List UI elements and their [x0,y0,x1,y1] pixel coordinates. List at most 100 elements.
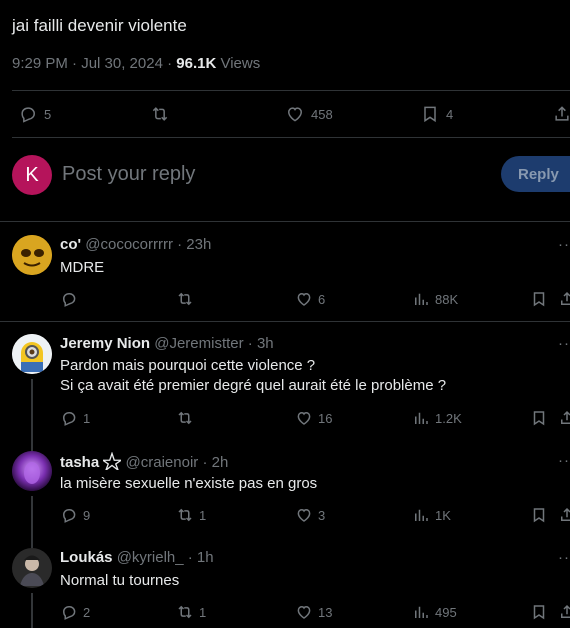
reply-text: MDRE [60,259,105,276]
views-count: 1K [435,507,451,523]
reply-icon [60,603,78,621]
share-action[interactable] [558,290,570,308]
more-icon[interactable]: ··· [558,236,570,253]
retweet-action[interactable]: 1 [176,506,206,524]
views-action[interactable]: 1K [412,506,451,524]
view-count: 96.1K [176,55,217,72]
reply-text: la misère sexuelle n'existe pas en gros [60,475,318,492]
thread-line [31,379,33,451]
avatar[interactable] [12,548,52,588]
views-action[interactable]: 88K [412,290,458,308]
author-name[interactable]: co' [60,236,81,253]
like-count: 458 [311,106,333,122]
heart-icon [295,603,313,621]
views-count: 495 [435,604,457,620]
reply-count: 2 [83,604,91,620]
like-action[interactable]: 458 [285,104,333,124]
divider [0,221,570,222]
thread-line [31,496,33,548]
share-action[interactable] [552,104,570,124]
views-count: 88K [435,291,459,307]
thread-line [31,593,33,628]
share-action[interactable] [558,603,570,621]
analytics-icon [412,603,430,621]
author-name[interactable]: Jeremy Nion [60,335,150,352]
reply-icon [18,104,38,124]
retweet-action[interactable] [176,290,199,308]
reply-count: 5 [44,106,52,122]
bookmark-action[interactable] [530,506,548,524]
retweet-icon [150,104,170,124]
retweet-icon [176,506,194,524]
retweet-icon [176,290,194,308]
like-count: 3 [318,507,326,523]
reply-action[interactable]: 1 [60,409,90,427]
like-action[interactable]: 13 [295,603,332,621]
avatar[interactable] [12,451,52,491]
reply-header: Loukás @kyrielh_ · 1h [60,549,214,566]
reply-text: Normal tu tournes [60,572,180,589]
avatar[interactable]: K [12,155,52,195]
reply-button[interactable]: Reply [501,156,570,192]
like-action[interactable]: 16 [295,409,332,427]
like-count: 16 [318,410,333,426]
reply-header: Jeremy Nion @Jeremistter · 3h [60,335,274,352]
reply-text-line: Si ça avait été premier degré quel aurai… [60,377,447,394]
retweet-count: 1 [199,507,207,523]
more-icon[interactable]: ··· [558,335,570,352]
avatar[interactable] [12,334,52,374]
bookmark-icon [420,104,440,124]
views-count: 1.2K [435,410,462,426]
retweet-action[interactable] [150,104,170,124]
reply-input[interactable]: Post your reply [62,163,195,186]
more-icon[interactable]: ··· [558,452,570,469]
more-icon[interactable]: ··· [558,549,570,566]
avatar[interactable] [12,235,52,275]
like-count: 13 [318,604,333,620]
bookmark-action[interactable] [530,290,548,308]
heart-icon [295,290,313,308]
share-action[interactable] [558,409,570,427]
analytics-icon [412,506,430,524]
like-action[interactable]: 3 [295,506,325,524]
reply-text: Pardon mais pourquoi cette violence ? Si… [60,356,446,396]
author-name[interactable]: Loukás [60,549,113,566]
retweet-icon [176,409,194,427]
heart-icon [295,506,313,524]
bookmark-action[interactable] [530,409,548,427]
retweet-action[interactable] [176,409,199,427]
bookmark-action[interactable]: 4 [420,104,453,124]
reply-icon [60,290,78,308]
reply-count: 1 [83,410,91,426]
reply-action[interactable]: 2 [60,603,90,621]
share-icon [558,290,570,308]
reply-icon [60,409,78,427]
divider [0,321,570,322]
tweet-time[interactable]: 9:29 PM · Jul 30, 2024 · [12,55,176,72]
author-handle[interactable]: @craienoir · 2h [126,454,229,471]
bookmark-icon [530,506,548,524]
views-action[interactable]: 495 [412,603,457,621]
views-action[interactable]: 1.2K [412,409,462,427]
divider [12,90,570,91]
tweet-meta: 9:29 PM · Jul 30, 2024 · 96.1K Views [12,55,260,72]
retweet-action[interactable]: 1 [176,603,206,621]
share-icon [558,603,570,621]
author-handle[interactable]: @Jeremistter · 3h [154,335,273,352]
share-icon [558,409,570,427]
reply-header: tasha @craienoir · 2h [60,452,228,471]
reply-action[interactable]: 9 [60,506,90,524]
share-icon [552,104,570,124]
bookmark-icon [530,290,548,308]
like-action[interactable]: 6 [295,290,325,308]
author-name[interactable]: tasha [60,454,99,471]
tweet-text: jai failli devenir violente [12,16,187,35]
reply-header: co' @cococorrrrr · 23h [60,236,211,253]
share-action[interactable] [558,506,570,524]
author-handle[interactable]: @kyrielh_ · 1h [117,549,214,566]
bookmark-action[interactable] [530,603,548,621]
reply-action[interactable] [60,290,83,308]
reply-action[interactable]: 5 [18,104,51,124]
retweet-icon [176,603,194,621]
author-handle[interactable]: @cococorrrrr · 23h [85,236,211,253]
